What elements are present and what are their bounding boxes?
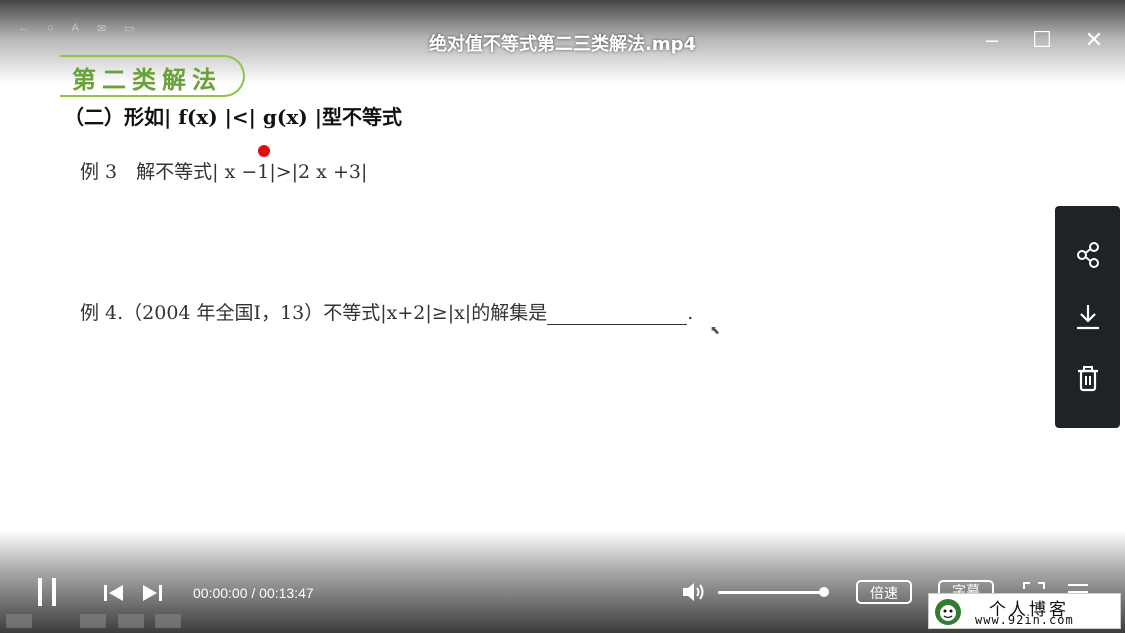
window-title: 绝对值不等式第二三类解法.mp4 — [428, 34, 696, 55]
skip-forward-icon — [143, 585, 162, 601]
volume-slider[interactable] — [718, 591, 824, 594]
laser-pointer-dot — [258, 145, 270, 157]
taskbar-item — [6, 614, 32, 628]
volume-knob[interactable] — [819, 587, 829, 597]
example-4: 例 4.（2004 年全国I，13）不等式|x+2|≥|x|的解集是. — [80, 298, 693, 325]
share-button[interactable] — [1073, 240, 1103, 270]
speed-button[interactable]: 倍速 — [856, 580, 912, 604]
volume-button[interactable] — [681, 581, 707, 608]
delete-button[interactable] — [1073, 364, 1103, 394]
download-icon — [1077, 305, 1099, 330]
trash-icon — [1078, 366, 1098, 392]
download-button[interactable] — [1073, 302, 1103, 332]
next-button[interactable] — [141, 584, 163, 607]
blog-logo-icon — [935, 599, 961, 625]
minimize-button[interactable]: – — [980, 28, 1004, 52]
taskbar-item — [80, 614, 106, 628]
slide-subtitle: （二）形如| f(x) |<| g(x) |型不等式 — [64, 105, 402, 129]
share-icon — [1077, 242, 1099, 268]
mouse-cursor-icon: ⬉ — [710, 323, 721, 337]
maximize-button[interactable]: ☐ — [1030, 28, 1054, 52]
skip-back-icon — [104, 585, 123, 601]
section-banner-text: 第二类解法 — [72, 66, 222, 94]
previous-button[interactable] — [103, 584, 125, 607]
side-panel — [1055, 206, 1120, 428]
watermark: 个人博客 www.92in.com — [928, 593, 1121, 629]
watermark-url: www.92in.com — [975, 613, 1074, 627]
example-4-text: 例 4.（2004 年全国I，13）不等式|x+2|≥|x|的解集是 — [80, 302, 548, 324]
pause-icon — [52, 578, 56, 606]
pause-icon — [38, 578, 42, 606]
time-display: 00:00:00 / 00:13:47 — [193, 585, 314, 601]
taskbar-item — [118, 614, 144, 628]
close-button[interactable]: ✕ — [1082, 28, 1106, 52]
example-3: 例 3 解不等式| x −1|>|2 x +3| — [80, 161, 368, 183]
pause-button[interactable] — [36, 578, 62, 608]
answer-blank — [547, 306, 688, 325]
taskbar-item — [155, 614, 181, 628]
example-4-suffix: . — [687, 302, 694, 324]
speaker-icon — [683, 583, 704, 601]
taskbar-ghost — [0, 610, 900, 633]
